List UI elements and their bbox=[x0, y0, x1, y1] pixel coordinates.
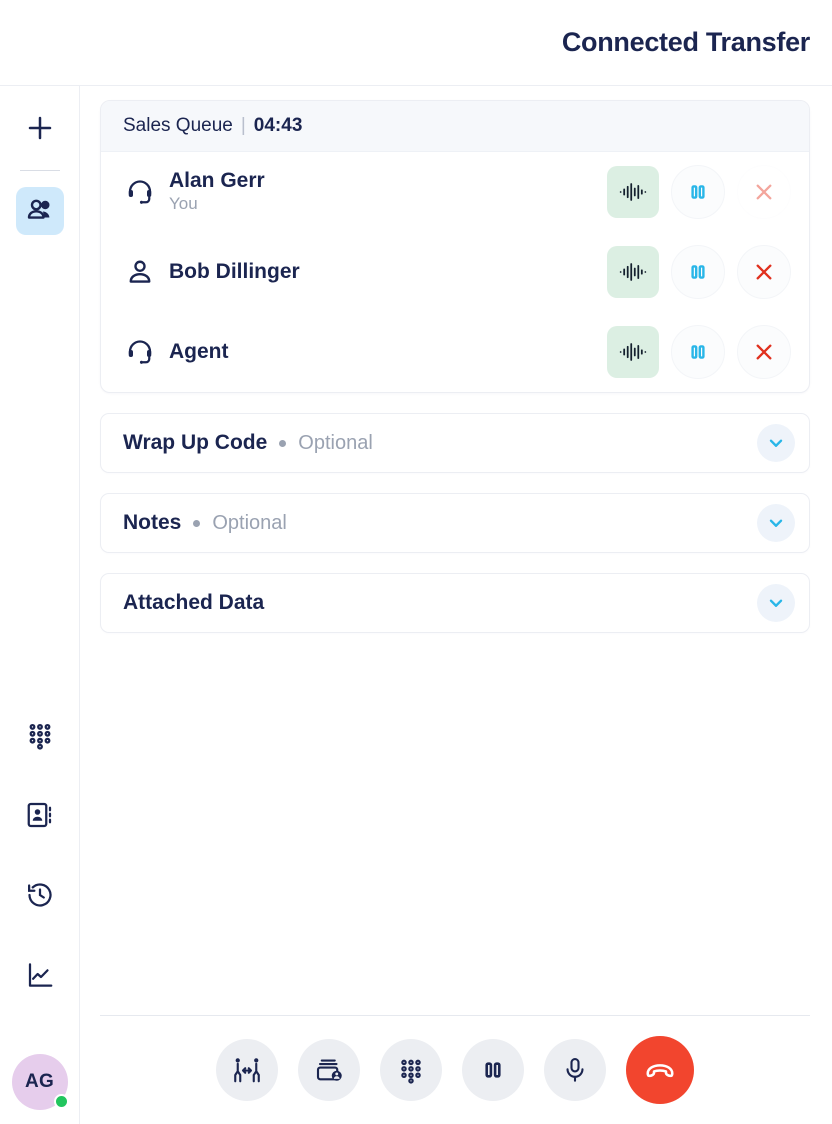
chevron-down-glyph bbox=[769, 519, 783, 527]
sidebar-item-contacts[interactable] bbox=[16, 791, 64, 839]
transfer-people-icon bbox=[234, 1058, 260, 1083]
sidebar-item-dialpad[interactable] bbox=[16, 711, 64, 759]
participant-subtitle: You bbox=[169, 194, 198, 214]
hold-button[interactable] bbox=[462, 1039, 524, 1101]
accordion-attached-data[interactable]: Attached Data bbox=[100, 573, 810, 633]
sidebar-bottom-group: AG bbox=[0, 1054, 79, 1110]
chevron-down-glyph bbox=[769, 439, 783, 447]
pause-icon bbox=[485, 1062, 501, 1078]
waveform-icon bbox=[619, 343, 647, 361]
queue-name: Sales Queue bbox=[123, 115, 233, 136]
sidebar-item-analytics[interactable] bbox=[16, 951, 64, 999]
close-icon bbox=[756, 344, 772, 360]
close-icon bbox=[756, 264, 772, 280]
dialpad-button[interactable] bbox=[380, 1039, 442, 1101]
avatar-status-dot bbox=[53, 1094, 69, 1109]
call-timer: 04:43 bbox=[253, 115, 303, 136]
participant-row: Bob Dillinger bbox=[101, 232, 809, 312]
dialpad-icon bbox=[401, 1059, 421, 1084]
audio-waveform-indicator[interactable] bbox=[607, 326, 659, 378]
participant-row: Alan Gerr You bbox=[101, 152, 809, 232]
top-bar: Connected Transfer bbox=[0, 0, 832, 86]
headset-icon bbox=[123, 177, 157, 207]
add-call-button[interactable] bbox=[16, 104, 64, 152]
participant-actions bbox=[607, 165, 791, 219]
dialpad-icon bbox=[29, 723, 50, 750]
optional-dot bbox=[193, 519, 201, 527]
headset-icon-glyph bbox=[128, 340, 152, 364]
participants-card: Sales Queue | 04:43 Alan Gerr You Bob Di… bbox=[100, 100, 810, 393]
sidebar-middle-group bbox=[0, 711, 79, 999]
people-icon bbox=[27, 199, 50, 219]
soft-phone-app: Connected Transfer AG Sales Queue | 04:4… bbox=[0, 0, 832, 1124]
transfer-button[interactable] bbox=[216, 1039, 278, 1101]
phone-hangup-icon bbox=[646, 1064, 674, 1078]
chevron-down-icon[interactable] bbox=[757, 504, 795, 542]
participant-name: Alan Gerr bbox=[169, 168, 265, 192]
participant-hold-button[interactable] bbox=[671, 165, 725, 219]
accordion-label: Attached Data bbox=[123, 591, 265, 614]
queue-separator: | bbox=[240, 115, 246, 136]
participant-remove-button[interactable] bbox=[737, 165, 791, 219]
participant-actions bbox=[607, 325, 791, 379]
sidebar-item-participants[interactable] bbox=[15, 187, 64, 235]
headset-icon-glyph bbox=[128, 180, 152, 204]
sidebar-item-history[interactable] bbox=[16, 871, 64, 919]
app-body: AG Sales Queue | 04:43 Alan Gerr You Bob… bbox=[0, 86, 832, 1124]
accordion-notes[interactable]: Notes Optional bbox=[100, 493, 810, 553]
participant-row: Agent bbox=[101, 312, 809, 392]
queue-header: Sales Queue | 04:43 bbox=[101, 101, 809, 152]
line-chart-icon bbox=[28, 963, 52, 987]
person-icon-glyph bbox=[129, 260, 151, 283]
sidebar-divider bbox=[19, 170, 60, 171]
pause-icon bbox=[691, 185, 705, 199]
audio-waveform-indicator[interactable] bbox=[607, 246, 659, 298]
accordion-optional-text: Optional bbox=[212, 511, 287, 534]
call-controls-toolbar bbox=[100, 1016, 810, 1124]
main-panel: Sales Queue | 04:43 Alan Gerr You Bob Di… bbox=[80, 86, 832, 1124]
participant-name: Bob Dillinger bbox=[169, 260, 300, 284]
pause-icon bbox=[691, 345, 705, 359]
participant-remove-button[interactable] bbox=[737, 245, 791, 299]
contacts-book-icon bbox=[27, 802, 51, 828]
optional-dot bbox=[279, 439, 287, 447]
audio-waveform-indicator[interactable] bbox=[607, 166, 659, 218]
pause-icon bbox=[691, 265, 705, 279]
participant-identity: Bob Dillinger bbox=[169, 260, 607, 284]
chevron-down-glyph bbox=[769, 599, 783, 607]
participant-hold-button[interactable] bbox=[671, 325, 725, 379]
warm-transfer-button[interactable] bbox=[298, 1039, 360, 1101]
chevron-down-icon[interactable] bbox=[757, 424, 795, 462]
accordion-label: Wrap Up Code bbox=[123, 431, 268, 454]
chevron-down-icon[interactable] bbox=[757, 584, 795, 622]
headset-icon bbox=[123, 337, 157, 367]
waveform-icon bbox=[619, 183, 647, 201]
participant-identity: Alan Gerr You bbox=[169, 169, 607, 216]
accordion-wrap-up-code[interactable]: Wrap Up Code Optional bbox=[100, 413, 810, 473]
history-clock-icon bbox=[27, 883, 52, 907]
participant-hold-button[interactable] bbox=[671, 245, 725, 299]
participant-remove-button[interactable] bbox=[737, 325, 791, 379]
left-sidebar: AG bbox=[0, 86, 80, 1124]
hangup-button[interactable] bbox=[626, 1036, 694, 1104]
sidebar-top-group bbox=[15, 86, 64, 235]
accordion-optional-text: Optional bbox=[298, 431, 373, 454]
waveform-icon bbox=[619, 263, 647, 281]
participant-identity: Agent bbox=[169, 340, 607, 364]
card-person-icon bbox=[316, 1059, 342, 1081]
accordion-label: Notes bbox=[123, 511, 182, 534]
avatar[interactable]: AG bbox=[11, 1054, 69, 1110]
plus-icon bbox=[28, 116, 51, 140]
page-title: Connected Transfer bbox=[561, 27, 810, 57]
person-icon bbox=[123, 257, 157, 287]
participant-name: Agent bbox=[169, 340, 229, 364]
mute-button[interactable] bbox=[544, 1039, 606, 1101]
close-icon bbox=[756, 184, 772, 200]
participant-actions bbox=[607, 245, 791, 299]
flex-spacer bbox=[100, 633, 810, 1015]
microphone-icon bbox=[566, 1057, 584, 1082]
